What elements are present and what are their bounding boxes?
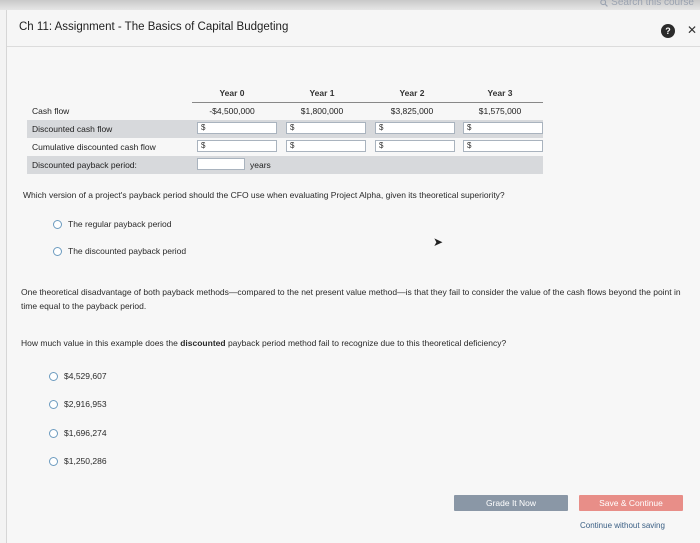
- cum-year-1-input[interactable]: $: [286, 140, 366, 152]
- currency-symbol: $: [467, 123, 472, 132]
- search-icon: [600, 0, 609, 7]
- cum-year-3-input[interactable]: $: [463, 140, 543, 152]
- page-title: Ch 11: Assignment - The Basics of Capita…: [19, 21, 289, 33]
- search-label: Search this course: [611, 0, 694, 8]
- col-year-0: Year 0: [219, 88, 245, 98]
- assignment-page: Ch 11: Assignment - The Basics of Capita…: [6, 10, 700, 543]
- question-1-text: Which version of a project's payback per…: [23, 190, 505, 200]
- option-label: $1,696,274: [64, 428, 107, 438]
- currency-symbol: $: [379, 141, 384, 150]
- option-label: The regular payback period: [68, 219, 172, 229]
- row-discounted-payback: Discounted payback period: - years: [27, 156, 543, 174]
- dcf-year-2-input[interactable]: $: [375, 122, 455, 134]
- option-label: $2,916,953: [64, 399, 107, 409]
- col-year-2: Year 2: [399, 88, 425, 98]
- currency-symbol: $: [201, 123, 206, 132]
- disadvantage-paragraph: One theoretical disadvantage of both pay…: [21, 287, 681, 311]
- currency-symbol: $: [290, 141, 295, 150]
- option-label: The discounted payback period: [68, 246, 187, 256]
- col-year-3: Year 3: [487, 88, 513, 98]
- option-label: $1,250,286: [64, 456, 107, 466]
- top-strip: Search this course: [0, 0, 700, 10]
- row-label: Cash flow: [32, 106, 70, 116]
- help-icon[interactable]: ?: [661, 24, 675, 38]
- answer-option-2[interactable]: $2,916,953: [49, 399, 107, 409]
- dcf-year-0-input[interactable]: $: [197, 122, 277, 134]
- years-unit: years: [250, 160, 271, 170]
- question-2-text: How much value in this example does the …: [21, 338, 687, 348]
- currency-symbol: $: [379, 123, 384, 132]
- option-label: $4,529,607: [64, 371, 107, 381]
- cash-flow-table: Year 0 Year 1 Year 2 Year 3 Cash flow -$…: [27, 80, 543, 174]
- mouse-cursor-icon: ➤: [433, 235, 444, 249]
- radio-button[interactable]: [53, 246, 62, 256]
- answer-option-1[interactable]: $4,529,607: [49, 371, 107, 381]
- radio-button[interactable]: [49, 399, 58, 409]
- q2-suffix: payback period method fail to recognize …: [225, 338, 507, 348]
- radio-button[interactable]: [49, 428, 58, 438]
- cash-flow-year-3: $1,575,000: [478, 106, 522, 116]
- currency-symbol: $: [467, 141, 472, 150]
- cash-flow-year-2: $3,825,000: [390, 106, 434, 116]
- course-search[interactable]: Search this course: [600, 0, 694, 8]
- option-regular-payback[interactable]: The regular payback period: [53, 219, 171, 229]
- row-cash-flow: Cash flow -$4,500,000 $1,800,000 $3,825,…: [27, 102, 543, 120]
- option-discounted-payback[interactable]: The discounted payback period: [53, 246, 186, 256]
- grade-it-now-button[interactable]: Grade It Now: [454, 495, 568, 511]
- dcf-year-1-input[interactable]: $: [286, 122, 366, 134]
- dcf-year-3-input[interactable]: $: [463, 122, 543, 134]
- table-header: Year 0 Year 1 Year 2 Year 3: [27, 80, 543, 103]
- radio-button[interactable]: [49, 371, 58, 381]
- cash-flow-year-1: $1,800,000: [300, 106, 344, 116]
- payback-years-input[interactable]: [197, 158, 245, 170]
- q2-prefix: How much value in this example does the: [21, 338, 181, 348]
- answer-option-4[interactable]: $1,250,286: [49, 456, 107, 466]
- row-label: Discounted payback period:: [32, 160, 137, 170]
- currency-symbol: $: [201, 141, 206, 150]
- row-cumulative-discounted-cash-flow: Cumulative discounted cash flow $ $ $ $: [27, 138, 543, 156]
- cum-year-0-input[interactable]: $: [197, 140, 277, 152]
- currency-symbol: $: [290, 123, 295, 132]
- save-continue-button[interactable]: Save & Continue: [579, 495, 683, 511]
- title-bar: Ch 11: Assignment - The Basics of Capita…: [7, 10, 700, 47]
- cash-flow-year-0: -$4,500,000: [209, 106, 255, 116]
- col-year-1: Year 1: [309, 88, 335, 98]
- radio-button[interactable]: [53, 219, 62, 229]
- radio-button[interactable]: [49, 456, 58, 466]
- continue-without-saving-link[interactable]: Continue without saving: [580, 521, 665, 530]
- row-label: Discounted cash flow: [32, 124, 113, 134]
- row-label: Cumulative discounted cash flow: [32, 142, 156, 152]
- q2-emphasis: discounted: [180, 338, 226, 348]
- answer-option-3[interactable]: $1,696,274: [49, 428, 107, 438]
- row-discounted-cash-flow: Discounted cash flow $ $ $ $: [27, 120, 543, 138]
- close-icon[interactable]: ✕: [687, 23, 697, 37]
- cum-year-2-input[interactable]: $: [375, 140, 455, 152]
